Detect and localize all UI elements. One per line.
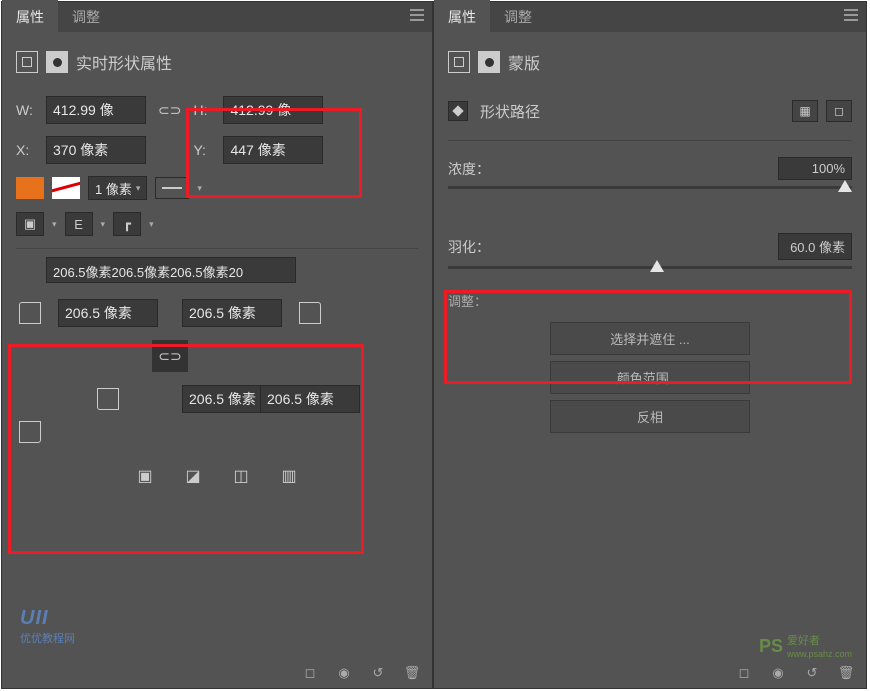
- footer-icon-1[interactable]: ◻: [300, 664, 320, 682]
- panel-footer: ◻ ◉ ↺ 🗑: [300, 664, 422, 682]
- density-thumb[interactable]: [838, 180, 852, 192]
- dd1[interactable]: ▾: [52, 219, 57, 230]
- adjust-label: 调整：: [434, 275, 866, 316]
- density-value[interactable]: 100%: [778, 157, 852, 180]
- density-row: 浓度： 100%: [434, 149, 866, 195]
- vector-mask-icon[interactable]: ◻: [826, 100, 852, 122]
- watermark-ps: PS 爱好者 www.psahz.com: [759, 632, 852, 660]
- feather-slider[interactable]: [448, 266, 852, 269]
- panel-menu-icon-r[interactable]: [844, 9, 858, 21]
- corner-br-input[interactable]: [260, 385, 360, 413]
- path-exclude-icon[interactable]: ▥: [271, 461, 307, 491]
- corner-tl-input[interactable]: [58, 299, 158, 327]
- y-input[interactable]: [223, 136, 323, 164]
- stroke-swatch[interactable]: [52, 177, 80, 199]
- stroke-width-dropdown[interactable]: 1 像素▾: [88, 176, 147, 200]
- fill-swatch[interactable]: [16, 177, 44, 199]
- trash-icon[interactable]: 🗑: [402, 664, 422, 682]
- tab-adjustments[interactable]: 调整: [58, 0, 114, 34]
- mask-icon-r: [478, 51, 500, 73]
- panel-body: W: ⊂⊃ H: X: ⊂⊃ Y: 1 像素▾ ▾ ▣ ▾ E ▾ ┏ ▾ 206.5…: [2, 86, 432, 501]
- tab-properties[interactable]: 属性: [2, 0, 58, 34]
- link-wh-icon[interactable]: ⊂⊃: [150, 102, 189, 119]
- corner-radii-summary[interactable]: 206.5像素206.5像素206.5像素20: [46, 257, 296, 283]
- cap-button[interactable]: E: [65, 212, 93, 236]
- feather-value[interactable]: 60.0 像素: [778, 233, 852, 260]
- add-mask-icon[interactable]: ▦: [792, 100, 818, 122]
- dd2[interactable]: ▾: [101, 219, 106, 230]
- watermark-uii: UII 优优教程网: [20, 607, 75, 646]
- tab-adjustments-r[interactable]: 调整: [490, 0, 546, 34]
- invert-button[interactable]: 反相: [550, 400, 750, 433]
- feather-label: 羽化：: [448, 237, 490, 257]
- path-subtract-icon[interactable]: ◪: [175, 461, 211, 491]
- path-intersect-icon[interactable]: ◫: [223, 461, 259, 491]
- shape-icon: [16, 51, 38, 73]
- footer-icon-3[interactable]: ↺: [368, 664, 388, 682]
- corner-button[interactable]: ┏: [113, 212, 141, 236]
- height-label: H:: [193, 102, 219, 118]
- tab-properties-r[interactable]: 属性: [434, 0, 490, 34]
- feather-row: 羽化： 60.0 像素: [434, 225, 866, 275]
- footer-icon-3r[interactable]: ↺: [802, 664, 822, 682]
- path-combine-icon[interactable]: ▣: [127, 461, 163, 491]
- corner-br-icon: [19, 421, 41, 443]
- shape-icon-r: [448, 51, 470, 73]
- corner-grid: ⊂⊃: [16, 295, 418, 443]
- header-title: 实时形状属性: [76, 50, 172, 74]
- path-thumb-icon[interactable]: [448, 101, 468, 121]
- dd3[interactable]: ▾: [149, 219, 154, 230]
- mask-select-row: 形状路径 ▦ ◻: [434, 86, 866, 132]
- path-operations: ▣ ◪ ◫ ▥: [16, 461, 418, 491]
- color-range-button[interactable]: 颜色范围 ...: [550, 361, 750, 394]
- density-slider[interactable]: [448, 186, 852, 189]
- y-label: Y:: [193, 142, 219, 158]
- density-label: 浓度：: [448, 159, 490, 179]
- trash-icon-r[interactable]: 🗑: [836, 664, 856, 682]
- height-input[interactable]: [223, 96, 323, 124]
- x-input[interactable]: [46, 136, 146, 164]
- mask-icon: [46, 51, 68, 73]
- header-title-r: 蒙版: [508, 50, 540, 74]
- stroke-style-dropdown[interactable]: [155, 177, 189, 199]
- width-input[interactable]: [46, 96, 146, 124]
- corner-tr-icon: [299, 302, 321, 324]
- panel-header-r: 蒙版: [434, 32, 866, 86]
- panel-header: 实时形状属性: [2, 32, 432, 86]
- corner-tr-input[interactable]: [182, 299, 282, 327]
- properties-panel-left: 属性 调整 实时形状属性 W: ⊂⊃ H: X: ⊂⊃ Y: 1 像素▾ ▾: [1, 1, 433, 689]
- corner-tl-icon: [19, 302, 41, 324]
- align-edges-button[interactable]: ▣: [16, 212, 44, 236]
- footer-icon-2r[interactable]: ◉: [768, 664, 788, 682]
- mask-type-label: 形状路径: [480, 101, 540, 122]
- panel-menu-icon[interactable]: [410, 9, 424, 21]
- properties-panel-right: 属性 调整 蒙版 形状路径 ▦ ◻ 浓度： 100% 羽化： 60.0 像素: [433, 1, 867, 689]
- tab-bar: 属性 调整: [2, 2, 432, 32]
- footer-icon-2[interactable]: ◉: [334, 664, 354, 682]
- select-and-mask-button[interactable]: 选择并遮住 ...: [550, 322, 750, 355]
- dropdown-arrow-icon[interactable]: ▾: [197, 183, 202, 194]
- corner-bl-icon: [97, 388, 119, 410]
- feather-thumb[interactable]: [650, 260, 664, 272]
- width-label: W:: [16, 102, 42, 118]
- footer-icon-1r[interactable]: ◻: [734, 664, 754, 682]
- tab-bar-right: 属性 调整: [434, 2, 866, 32]
- panel-footer-r: ◻ ◉ ↺ 🗑: [734, 664, 856, 682]
- x-label: X:: [16, 142, 42, 158]
- link-corners-button[interactable]: ⊂⊃: [152, 340, 188, 372]
